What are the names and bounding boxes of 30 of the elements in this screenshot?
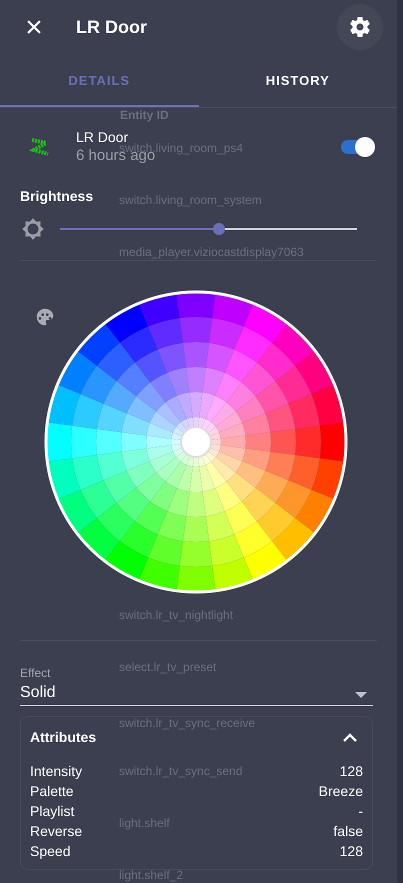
color-wheel[interactable] bbox=[44, 290, 347, 593]
brightness-label: Brightness bbox=[20, 188, 94, 204]
effect-label: Effect bbox=[20, 666, 50, 680]
attribute-value: 128 bbox=[340, 842, 363, 861]
attribute-name: Speed bbox=[30, 842, 70, 861]
palette-icon bbox=[34, 306, 56, 328]
brightness-icon bbox=[20, 216, 46, 242]
attribute-value: 128 bbox=[340, 762, 363, 781]
effect-value: Solid bbox=[20, 684, 56, 702]
attribute-name: Palette bbox=[30, 782, 74, 801]
settings-button[interactable] bbox=[337, 4, 383, 50]
attribute-value: false bbox=[333, 822, 363, 841]
slider-handle[interactable] bbox=[212, 223, 225, 235]
tab[interactable]: HISTORY bbox=[198, 55, 397, 107]
attribute-value: Breeze bbox=[318, 782, 363, 801]
chevron-icon[interactable] bbox=[343, 732, 357, 742]
attribute-name: Intensity bbox=[30, 762, 82, 781]
brightness-slider[interactable] bbox=[60, 223, 357, 235]
caret-icon bbox=[355, 692, 367, 698]
toggle-switch[interactable] bbox=[339, 136, 375, 158]
zigzag-icon bbox=[29, 136, 51, 158]
entity-name: LR Door bbox=[76, 128, 128, 145]
attribute-name: Reverse bbox=[30, 822, 82, 841]
attribute-name: Playlist bbox=[30, 802, 74, 821]
attribute-value: - bbox=[358, 802, 363, 821]
close-button[interactable]: × bbox=[20, 12, 48, 42]
color-picker-handle[interactable] bbox=[180, 426, 212, 458]
settings-icon bbox=[348, 14, 372, 38]
dialog-title: LR Door bbox=[76, 17, 148, 38]
attributes-title: Attributes bbox=[30, 729, 96, 745]
